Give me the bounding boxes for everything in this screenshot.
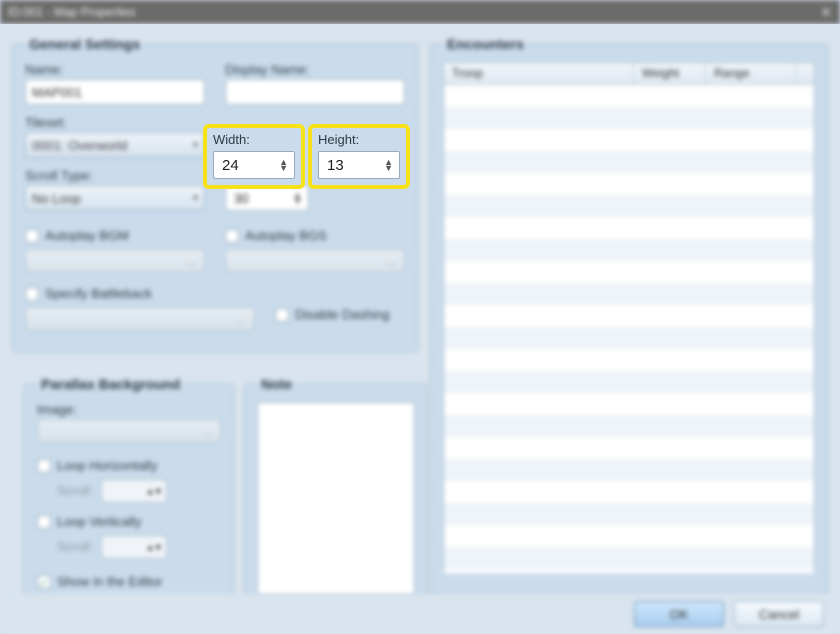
col-range[interactable]: Range xyxy=(706,63,796,84)
scroll-type-select[interactable]: No Loop▾ xyxy=(25,185,205,211)
spinner-down-icon[interactable]: ▼ xyxy=(279,165,288,171)
display-name-label: Display Name: xyxy=(225,62,405,77)
show-editor-label: Show in the Editor xyxy=(57,574,163,589)
loop-h-label: Loop Horizontally xyxy=(57,458,157,473)
width-label: Width: xyxy=(213,132,295,147)
parallax-image-picker[interactable]: … xyxy=(37,419,221,443)
general-settings-panel: General Settings Name: MAP001 Display Na… xyxy=(12,36,418,352)
scroll-h-label: Scroll: xyxy=(57,483,93,498)
bgm-picker[interactable]: … xyxy=(25,249,205,273)
height-input[interactable]: 13 ▲▼ xyxy=(318,151,400,179)
loop-v-checkbox[interactable] xyxy=(37,515,51,529)
encounters-table[interactable]: Troop Weight Range xyxy=(443,62,815,572)
note-panel: Note xyxy=(244,376,428,611)
loop-v-label: Loop Vertically xyxy=(57,514,142,529)
battleback-picker[interactable]: … xyxy=(25,307,255,331)
encounters-panel: Encounters Troop Weight Range xyxy=(430,36,828,596)
tileset-label: Tileset: xyxy=(25,115,205,130)
parallax-image-label: Image: xyxy=(37,402,221,417)
col-spacer xyxy=(796,63,814,84)
window-title: ID:001 - Map Properties xyxy=(8,0,135,24)
disable-dashing-label: Disable Dashing xyxy=(295,307,390,322)
autoplay-bgs-label: Autoplay BGS xyxy=(245,228,327,243)
col-troop[interactable]: Troop xyxy=(444,63,634,84)
enc-steps-input[interactable]: 30 ▲▼ xyxy=(225,185,309,211)
scroll-v-input[interactable]: ▲▼ xyxy=(101,535,167,559)
chevron-down-icon: ▾ xyxy=(193,140,198,151)
ok-button[interactable]: OK xyxy=(634,601,724,627)
scroll-h-input[interactable]: ▲▼ xyxy=(101,479,167,503)
cancel-button[interactable]: Cancel xyxy=(734,601,824,627)
tileset-select[interactable]: 0001: Overworld▾ xyxy=(25,132,205,158)
name-input[interactable]: MAP001 xyxy=(25,79,205,105)
note-legend: Note xyxy=(257,376,296,392)
titlebar: ID:001 - Map Properties ✕ xyxy=(0,0,840,24)
height-highlight: Height: 13 ▲▼ xyxy=(312,128,406,185)
bgs-picker[interactable]: … xyxy=(225,249,405,273)
battleback-label: Specify Battleback xyxy=(45,286,152,301)
battleback-checkbox[interactable] xyxy=(25,287,39,301)
parallax-panel: Parallax Background Image: … Loop Horizo… xyxy=(24,376,234,611)
col-weight[interactable]: Weight xyxy=(634,63,706,84)
spinner-down-icon[interactable]: ▼ xyxy=(384,165,393,171)
table-header: Troop Weight Range xyxy=(444,63,814,85)
height-label: Height: xyxy=(318,132,400,147)
parallax-legend: Parallax Background xyxy=(37,376,184,392)
table-body[interactable] xyxy=(444,85,814,573)
width-highlight: Width: 24 ▲▼ xyxy=(207,128,301,185)
chevron-down-icon: ▾ xyxy=(193,193,198,204)
scroll-type-label: Scroll Type: xyxy=(25,168,205,183)
encounters-legend: Encounters xyxy=(443,36,528,52)
name-label: Name: xyxy=(25,62,205,77)
note-textarea[interactable] xyxy=(257,402,415,596)
show-editor-checkbox[interactable] xyxy=(37,575,51,589)
autoplay-bgm-checkbox[interactable] xyxy=(25,229,39,243)
dialog-footer: OK Cancel xyxy=(0,594,840,634)
spinner-down-icon[interactable]: ▼ xyxy=(293,198,302,204)
width-input[interactable]: 24 ▲▼ xyxy=(213,151,295,179)
scroll-v-label: Scroll: xyxy=(57,539,93,554)
close-icon[interactable]: ✕ xyxy=(820,0,832,24)
loop-h-checkbox[interactable] xyxy=(37,459,51,473)
display-name-input[interactable] xyxy=(225,79,405,105)
autoplay-bgs-checkbox[interactable] xyxy=(225,229,239,243)
general-legend: General Settings xyxy=(25,36,144,52)
autoplay-bgm-label: Autoplay BGM xyxy=(45,228,129,243)
disable-dashing-checkbox[interactable] xyxy=(275,308,289,322)
